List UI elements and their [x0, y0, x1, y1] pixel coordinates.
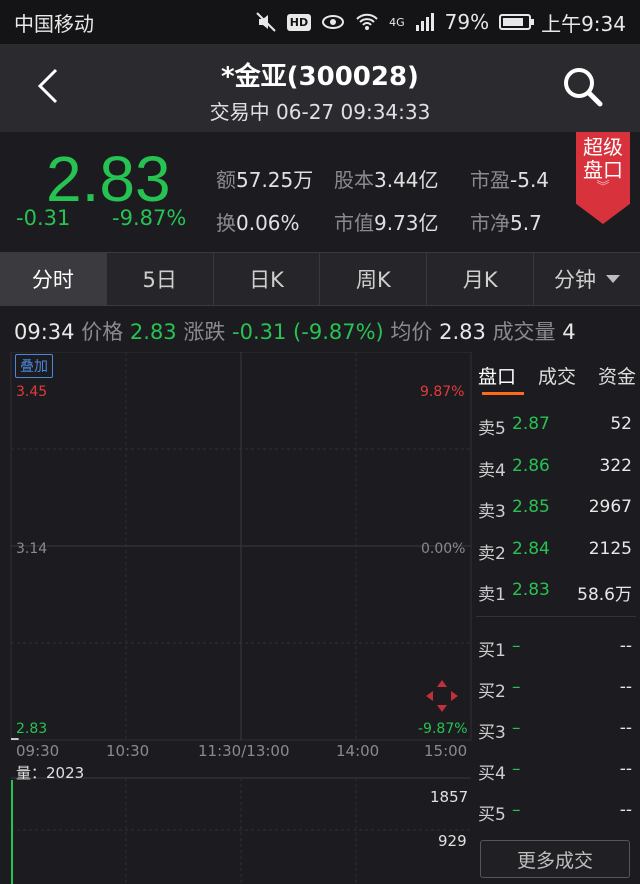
last-price: 2.83: [46, 143, 171, 215]
tab-trades[interactable]: 成交: [538, 362, 576, 389]
ask-row: 卖5 2.87 52: [478, 414, 632, 439]
carrier-name: 中国移动: [14, 11, 94, 36]
x-label-1400: 14:00: [336, 742, 380, 760]
status-bar: 中国移动 HD 4G 79% 上午9:34: [0, 0, 640, 44]
ask-row: 卖4 2.86 322: [478, 456, 632, 481]
y-right-max: 9.87%: [420, 384, 465, 400]
stat-pe: 市盈-5.4: [470, 168, 550, 192]
tab-daily-k[interactable]: 日K: [214, 253, 321, 305]
stat-amount: 额57.25万: [216, 168, 314, 192]
stat-share-capital: 股本3.44亿: [334, 168, 439, 192]
y-right-min: -9.87%: [418, 721, 468, 737]
wifi-icon: [356, 13, 378, 30]
ask-row: 卖3 2.85 2967: [478, 497, 632, 522]
battery-icon: [499, 14, 535, 30]
stat-turnover: 换0.06%: [216, 211, 300, 235]
quote-panel: 2.83 -0.31 -9.87% 额57.25万 股本3.44亿 市盈-5.4…: [0, 132, 640, 252]
tab-5day[interactable]: 5日: [107, 253, 214, 305]
tab-order-book[interactable]: 盘口: [478, 362, 516, 389]
trade-status: 交易中 06-27 09:34:33: [209, 100, 431, 124]
volume-tick-max: 1857: [430, 788, 469, 806]
bid-row: 买5– --: [478, 800, 632, 825]
crosshair-info: 09:34 价格 2.83 涨跌 -0.31 (-9.87%) 均价 2.83 …: [14, 320, 576, 344]
y-left-mid: 3.14: [16, 541, 48, 557]
y-right-mid: 0.00%: [421, 541, 466, 557]
more-trades-button[interactable]: 更多成交: [480, 840, 630, 878]
intraday-chart[interactable]: [10, 352, 472, 884]
tab-weekly-k[interactable]: 周K: [320, 253, 428, 305]
bid-row: 买1– --: [478, 636, 632, 661]
x-label-0930: 09:30: [16, 742, 60, 760]
eye-icon: [322, 15, 345, 29]
chevron-down-icon: ︾: [596, 180, 610, 195]
tab-intraday[interactable]: 分时: [0, 253, 107, 305]
x-label-1500: 15:00: [424, 742, 468, 760]
price-change: -0.31: [16, 206, 71, 230]
hd-badge: HD: [286, 13, 312, 31]
x-label-1030: 10:30: [106, 742, 150, 760]
tab-minute[interactable]: 分钟: [534, 253, 640, 305]
price-change-percent: -9.87%: [112, 206, 187, 230]
period-tabs: 分时 5日 日K 周K 月K 分钟: [0, 252, 640, 306]
ask-row: 卖2 2.84 2125: [478, 539, 632, 564]
stock-header: *金亚(300028) 交易中 06-27 09:34:33: [0, 44, 640, 132]
bid-row: 买2– --: [478, 677, 632, 702]
overlay-button[interactable]: 叠加: [15, 354, 53, 378]
search-icon[interactable]: [560, 64, 606, 110]
stat-pb: 市净5.7: [470, 211, 542, 235]
volume-label: 量：2023: [16, 764, 85, 782]
bid-row: 买4– --: [478, 759, 632, 784]
order-book-divider: [476, 616, 636, 617]
clock: 上午9:34: [541, 11, 626, 36]
ask-row: 卖1 2.83 58.6万: [478, 580, 632, 605]
y-left-min: 2.83: [16, 721, 48, 737]
y-left-max: 3.45: [16, 384, 48, 400]
tab-monthly-k[interactable]: 月K: [427, 253, 535, 305]
volume-tick-mid: 929: [438, 832, 467, 850]
network-type: 4G: [389, 15, 405, 29]
bid-row: 买3– --: [478, 718, 632, 743]
stat-market-cap: 市值9.73亿: [334, 211, 439, 235]
x-label-1130: 11:30/13:00: [198, 742, 290, 760]
signal-icon: [415, 13, 434, 31]
active-tab-indicator: [482, 392, 524, 395]
tab-funds[interactable]: 资金: [598, 362, 636, 389]
battery-percent: 79%: [444, 10, 490, 34]
volume-bar: [11, 780, 13, 884]
caret-down-icon: [606, 275, 621, 283]
order-book-tabs: 盘口 成交 资金: [478, 362, 636, 389]
stock-title: *金亚(300028): [221, 62, 419, 92]
mute-icon: [256, 12, 276, 32]
